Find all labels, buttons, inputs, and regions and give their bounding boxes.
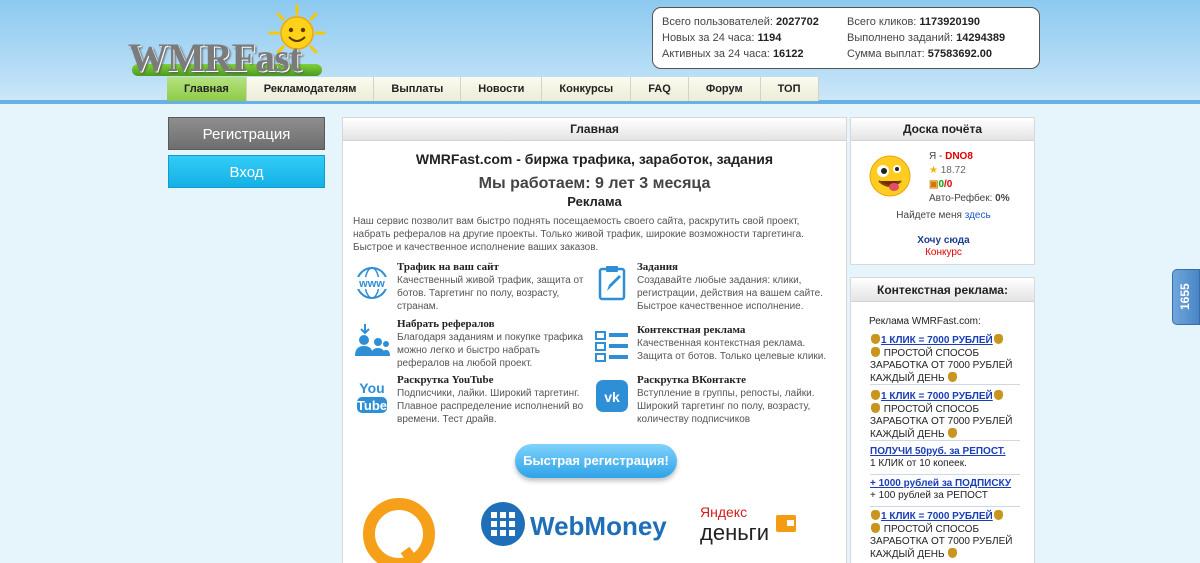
stats-panel: Всего пользователей: 2027702 Новых за 24… — [652, 7, 1040, 69]
star-icon: ★ — [929, 165, 938, 176]
side-counter-tab[interactable]: 1655 — [1172, 269, 1200, 325]
page-title: WMRFast.com - биржа трафика, заработок, … — [415, 151, 774, 167]
honor-user-name: Я - DNO8 — [929, 151, 973, 162]
site-header: WMRFast Всего пользователей: 2027702 Нов… — [0, 0, 1200, 104]
stat-new-24h: Новых за 24 часа: 1194 — [662, 32, 782, 44]
main-panel: Главная WMRFast.com - биржа трафика, зар… — [342, 117, 847, 563]
ad-divider — [870, 474, 1020, 475]
register-button[interactable]: Регистрация — [168, 117, 325, 150]
ad-item[interactable]: 1 КЛИК = 7000 РУБЛЕЙ ПРОСТОЙ СПОСОБ ЗАРА… — [870, 510, 1020, 561]
svg-text:WebMoney: WebMoney — [530, 511, 667, 541]
feature-title: Трафик на ваш сайт — [397, 261, 499, 273]
stat-payouts: Сумма выплат: 57583692.00 — [847, 48, 993, 60]
money-bag-icon — [993, 334, 1003, 344]
money-bag-icon — [871, 334, 880, 344]
nav-home[interactable]: Главная — [167, 77, 247, 101]
ad-divider — [870, 440, 1020, 441]
feature-text: Создавайте любые задания: клики, регистр… — [637, 275, 823, 312]
money-bag-icon — [948, 372, 958, 382]
money-bag-icon — [948, 428, 958, 438]
stat-active-24h: Активных за 24 часа: 16122 — [662, 48, 804, 60]
nav-faq[interactable]: FAQ — [631, 77, 689, 101]
service-description: Наш сервис позволит вам быстро поднять п… — [353, 216, 804, 253]
stat-total-users: Всего пользователей: 2027702 — [662, 16, 819, 28]
referrals-icon — [355, 324, 390, 356]
money-bag-icon — [993, 510, 1003, 520]
svg-text:Яндекс: Яндекс — [700, 504, 747, 520]
feature-title: Контекстная реклама — [637, 324, 746, 336]
ad-divider — [870, 384, 1020, 385]
honor-find-me: Найдете меня здесь — [896, 210, 991, 221]
login-button[interactable]: Вход — [168, 155, 325, 188]
money-bag-icon — [871, 523, 880, 533]
payment-logos-svg: WebMoney Яндекс деньги — [363, 498, 796, 563]
site-logo[interactable]: WMRFast — [128, 4, 338, 80]
money-bag-icon — [993, 390, 1003, 400]
main-panel-header: Главная — [343, 118, 846, 141]
nav-forum[interactable]: Форум — [688, 77, 761, 101]
yandex-money-logo: Яндекс деньги — [700, 504, 796, 545]
feature-text: Качественная контекстная реклама. Защита… — [637, 338, 827, 362]
feature-text: Вступление в группы, репосты, лайки. Шир… — [637, 388, 815, 425]
find-me-link[interactable]: здесь — [965, 210, 991, 221]
svg-text:vk: vk — [604, 389, 620, 405]
honor-board-header: Доска почёта — [851, 118, 1034, 141]
svg-text:www: www — [358, 278, 385, 290]
ads-heading: Реклама — [567, 194, 622, 209]
honor-board: Доска почёта Я - DNO8 ★ 18.72 ▣0/0 Авто-… — [850, 117, 1035, 265]
context-ads-panel: Контекстная реклама: Реклама WMRFast.com… — [850, 277, 1035, 563]
money-bag-icon — [871, 510, 880, 520]
stat-total-clicks: Всего кликов: 1173920190 — [847, 16, 980, 28]
nav-contests[interactable]: Конкурсы — [542, 77, 632, 101]
clipboard-icon — [598, 266, 626, 301]
uptime-text: Мы работаем: 9 лет 3 месяца — [478, 175, 711, 192]
feature-title: Раскрутка ВКонтакте — [637, 374, 747, 386]
www-icon: www — [353, 267, 391, 299]
logo-text: WMRFast — [128, 35, 302, 80]
svg-text:You: You — [359, 380, 384, 396]
feature-text: Качественный живой трафик, защита от бот… — [397, 275, 584, 312]
ad-divider — [870, 506, 1020, 507]
want-here-link[interactable]: Хочу сюда — [851, 235, 1036, 246]
stat-tasks-done: Выполнено заданий: 14294389 — [847, 32, 1006, 44]
avatar[interactable] — [869, 155, 911, 197]
feature-title: Набрать рефералов — [397, 318, 495, 330]
nav-top[interactable]: ТОП — [760, 77, 819, 101]
ad-item[interactable]: 1 КЛИК = 7000 РУБЛЕЙ ПРОСТОЙ СПОСОБ ЗАРА… — [870, 390, 1020, 441]
side-counter-value: 1655 — [1178, 283, 1192, 310]
context-ads-icon — [595, 331, 628, 362]
vk-icon: vk — [596, 380, 628, 412]
context-ads-header: Контекстная реклама: — [851, 278, 1034, 302]
context-ads-label: Реклама WMRFast.com: — [869, 316, 981, 327]
money-bag-icon — [871, 347, 880, 357]
ad-item[interactable]: 1 КЛИК = 7000 РУБЛЕЙ ПРОСТОЙ СПОСОБ ЗАРА… — [870, 334, 1020, 385]
contest-link[interactable]: Конкурс — [851, 247, 1036, 258]
fast-register-button[interactable]: Быстрая регистрация! — [515, 444, 677, 478]
nav-news[interactable]: Новости — [461, 77, 543, 101]
webmoney-logo: WebMoney — [481, 502, 667, 546]
svg-text:деньги: деньги — [700, 520, 769, 545]
ad-item[interactable]: ПОЛУЧИ 50руб. за РЕПОСТ. 1 КЛИК от 10 ко… — [870, 446, 1020, 470]
money-bag-icon — [948, 548, 958, 558]
feature-text: Благодаря заданиям и покупке трафика мож… — [397, 332, 584, 369]
feature-title: Задания — [637, 261, 678, 273]
money-bag-icon — [871, 403, 880, 413]
qiwi-logo — [363, 498, 435, 563]
nav-advertisers[interactable]: Рекламодателям — [246, 77, 375, 101]
svg-text:Tube: Tube — [357, 398, 387, 413]
honor-coins: ▣0/0 — [929, 179, 953, 190]
honor-refback: Авто-Рефбек: 0% — [929, 193, 1010, 204]
feature-text: Подписчики, лайки. Широкий таргетинг. Пл… — [397, 388, 584, 425]
money-bag-icon — [871, 390, 880, 400]
youtube-icon: You Tube — [357, 380, 387, 413]
main-nav: Главная Рекламодателям Выплаты Новости К… — [167, 77, 819, 101]
feature-title: Раскрутка YouTube — [397, 374, 494, 386]
nav-payouts[interactable]: Выплаты — [374, 77, 462, 101]
honor-rating: ★ 18.72 — [929, 165, 966, 176]
payment-logos: WebMoney Яндекс деньги — [343, 488, 848, 563]
ad-item[interactable]: + 1000 рублей за ПОДПИСКУ + 100 рублей з… — [870, 478, 1020, 502]
honor-user-info: Я - DNO8 ★ 18.72 ▣0/0 Авто-Рефбек: 0% — [929, 150, 1010, 206]
